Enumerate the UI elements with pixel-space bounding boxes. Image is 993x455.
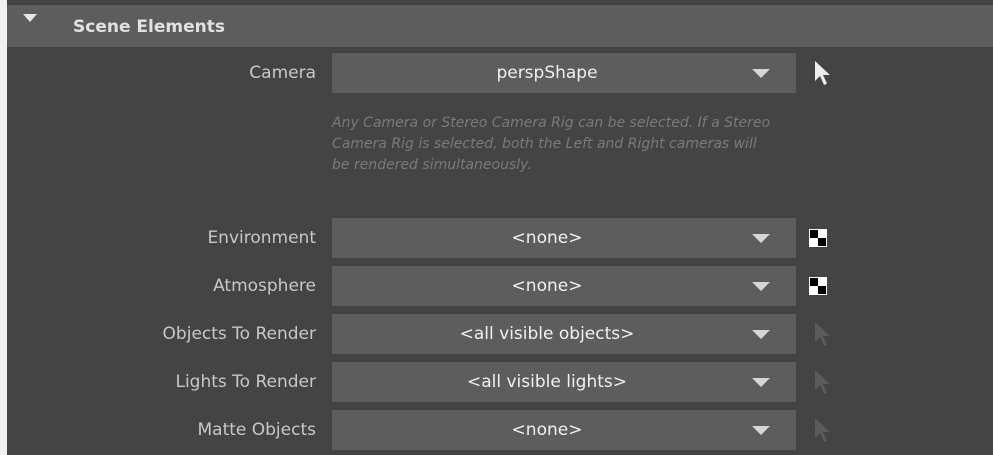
arrow-cursor-icon — [815, 418, 830, 442]
lights-to-render-row: Lights To Render <all visible lights> — [7, 362, 993, 402]
chevron-down-icon[interactable] — [752, 378, 770, 387]
chevron-down-icon[interactable] — [752, 282, 770, 291]
checker-icon[interactable] — [809, 277, 827, 295]
camera-description: Any Camera or Stereo Camera Rig can be s… — [332, 115, 771, 173]
lights-to-render-label: Lights To Render — [175, 372, 316, 392]
chevron-down-icon[interactable] — [752, 234, 770, 243]
environment-dropdown[interactable]: <none> — [332, 218, 796, 258]
camera-label: Camera — [249, 63, 316, 83]
matte-objects-dropdown[interactable]: <none> — [332, 410, 796, 450]
matte-objects-label: Matte Objects — [197, 420, 316, 440]
environment-value: <none> — [511, 228, 583, 248]
atmosphere-label: Atmosphere — [213, 276, 316, 296]
objects-to-render-value: <all visible objects> — [459, 324, 635, 344]
section-header[interactable]: Scene Elements — [7, 5, 993, 47]
checker-icon[interactable] — [809, 229, 827, 247]
atmosphere-dropdown[interactable]: <none> — [332, 266, 796, 306]
objects-to-render-label: Objects To Render — [162, 324, 316, 344]
atmosphere-row: Atmosphere <none> — [7, 266, 993, 306]
section-title: Scene Elements — [73, 17, 225, 37]
matte-objects-value: <none> — [511, 420, 583, 440]
chevron-down-icon[interactable] — [752, 69, 770, 78]
scene-elements-panel: Scene Elements Camera perspShape Any Cam… — [7, 0, 993, 455]
chevron-down-icon[interactable] — [752, 426, 770, 435]
arrow-cursor-icon[interactable] — [811, 59, 835, 87]
arrow-cursor-icon — [815, 370, 830, 394]
matte-objects-row: Matte Objects <none> — [7, 410, 993, 450]
chevron-down-icon[interactable] — [752, 330, 770, 339]
collapse-triangle-icon[interactable] — [23, 14, 37, 22]
camera-value: perspShape — [496, 63, 598, 83]
camera-row: Camera perspShape — [7, 53, 993, 93]
environment-label: Environment — [207, 228, 316, 248]
camera-dropdown[interactable]: perspShape — [332, 53, 796, 93]
lights-to-render-value: <all visible lights> — [466, 372, 628, 392]
objects-to-render-row: Objects To Render <all visible objects> — [7, 314, 993, 354]
lights-to-render-dropdown[interactable]: <all visible lights> — [332, 362, 796, 402]
arrow-cursor-icon — [815, 322, 830, 346]
atmosphere-value: <none> — [511, 276, 583, 296]
environment-row: Environment <none> — [7, 218, 993, 258]
objects-to-render-dropdown[interactable]: <all visible objects> — [332, 314, 796, 354]
